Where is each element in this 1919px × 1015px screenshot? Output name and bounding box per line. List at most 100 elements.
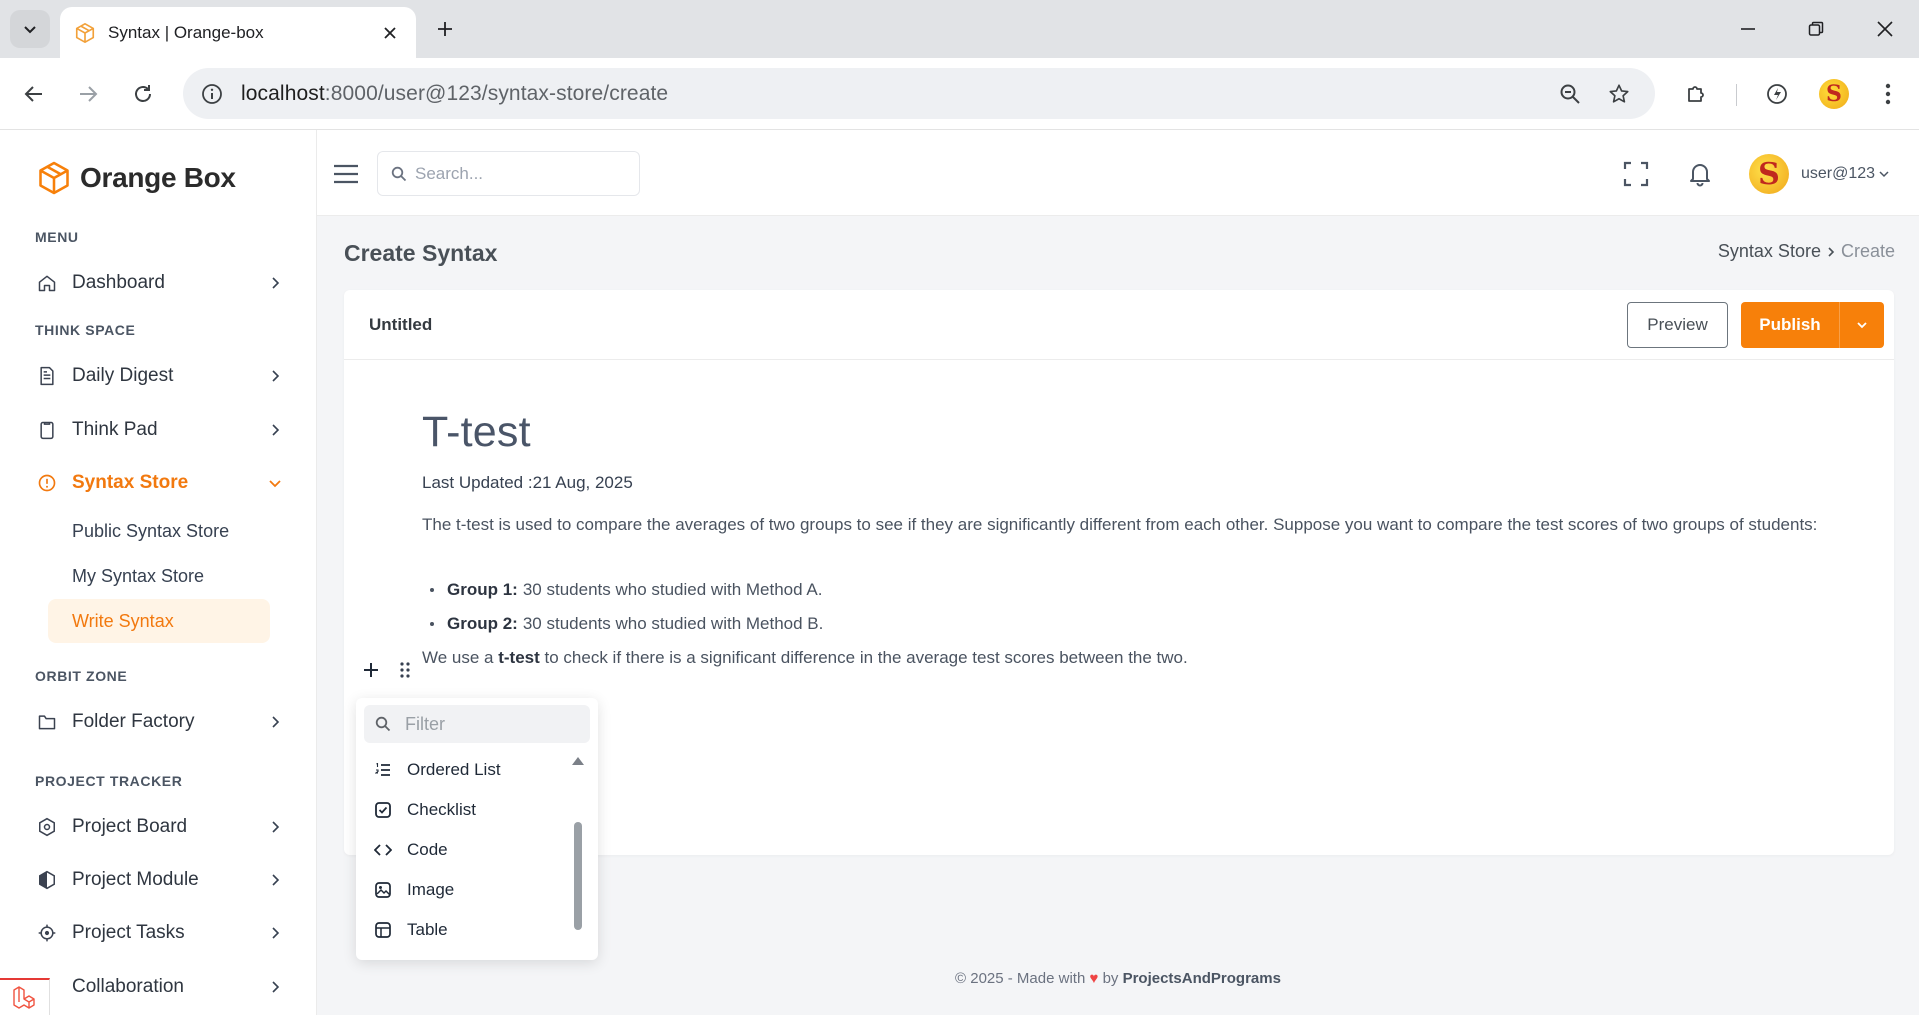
sidebar-subitem-public-syntax-store[interactable]: Public Syntax Store (48, 509, 270, 553)
sidebar-item-project-tasks[interactable]: Project Tasks (35, 913, 285, 953)
browser-tab-active[interactable]: Syntax | Orange-box (60, 7, 416, 58)
chevron-right-icon (265, 712, 285, 732)
user-name: user@123 (1801, 165, 1876, 182)
laravel-logo-icon[interactable] (0, 978, 50, 1015)
sidebar-item-project-board[interactable]: Project Board (35, 807, 285, 847)
header-search[interactable] (377, 151, 640, 196)
tab-search-button[interactable] (10, 10, 50, 48)
user-menu[interactable]: S user@123 (1749, 154, 1889, 194)
menu-item-table[interactable]: Table (356, 910, 578, 950)
publish-button[interactable]: Publish (1741, 302, 1839, 348)
site-info-icon[interactable] (197, 79, 227, 109)
section-title-think-space: THINK SPACE (35, 322, 136, 338)
menu-item-checklist[interactable]: Checklist (356, 790, 578, 830)
footer-author-link[interactable]: ProjectsAndPrograms (1123, 970, 1281, 987)
heart-icon: ♥ (1089, 970, 1099, 987)
preview-button[interactable]: Preview (1627, 302, 1728, 348)
document-title[interactable]: T-test (422, 408, 1842, 457)
add-block-plus-icon[interactable] (361, 660, 381, 680)
browser-toolbar: localhost:8000/user@123/syntax-store/cre… (0, 58, 1919, 130)
extensions-puzzle-icon[interactable] (1679, 76, 1715, 112)
block-type-menu: Ordered List Checklist Code Image Table (356, 698, 598, 960)
checklist-icon (373, 800, 393, 820)
hexagon-icon (35, 815, 59, 839)
fullscreen-icon[interactable] (1619, 157, 1653, 191)
toolbar-divider (1736, 84, 1737, 106)
menu-item-ordered-list[interactable]: Ordered List (356, 750, 578, 790)
breadcrumb-link-syntax-store[interactable]: Syntax Store (1718, 241, 1821, 262)
bullet-list[interactable]: Group 1: 30 students who studied with Met… (430, 573, 823, 641)
tab-close-icon[interactable] (378, 21, 402, 45)
sidebar-item-project-module[interactable]: Project Module (35, 860, 285, 900)
page-title: Create Syntax (344, 240, 498, 266)
code-icon (373, 840, 393, 860)
menu-item-code[interactable]: Code (356, 830, 578, 870)
sidebar-item-collaboration[interactable]: Collaboration (35, 967, 285, 1007)
new-tab-plus-icon[interactable] (430, 14, 460, 44)
restore-window-icon[interactable] (1801, 14, 1831, 44)
filter-input[interactable] (405, 713, 575, 735)
sidebar-item-daily-digest[interactable]: Daily Digest (35, 356, 285, 396)
section-title-menu: MENU (35, 229, 79, 245)
chevron-down-icon (1879, 170, 1889, 178)
orange-box-icon (39, 161, 69, 195)
breadcrumb-current: Create (1840, 241, 1895, 261)
last-updated-text: Last Updated :21 Aug, 2025 (422, 473, 633, 492)
document-name[interactable]: Untitled (369, 315, 432, 335)
list-item: Group 1: 30 students who studied with Met… (430, 573, 823, 607)
half-hexagon-icon (35, 868, 59, 892)
drag-handle-icon[interactable] (396, 660, 414, 680)
paragraph-block[interactable]: We use a t-test to check if there is a s… (422, 648, 1188, 668)
notification-bell-icon[interactable] (1683, 157, 1717, 191)
sidebar: Orange Box MENU Dashboard THINK SPACE Da… (0, 130, 317, 1015)
address-bar[interactable]: localhost:8000/user@123/syntax-store/cre… (183, 68, 1655, 119)
sidebar-subitem-my-syntax-store[interactable]: My Syntax Store (48, 554, 270, 598)
search-input[interactable] (415, 163, 625, 184)
clipboard-icon (35, 418, 59, 442)
section-title-project-tracker: PROJECT TRACKER (35, 773, 183, 789)
paragraph-block[interactable]: The t-test is used to compare the averag… (422, 511, 1842, 538)
footer: © 2025 - Made with ♥ by ProjectsAndProgr… (955, 970, 1281, 987)
block-filter[interactable] (364, 705, 590, 743)
home-icon (35, 271, 59, 295)
sidebar-item-dashboard[interactable]: Dashboard (35, 263, 285, 303)
list-item: Group 2: 30 students who studied with Met… (430, 607, 823, 641)
reload-icon[interactable] (125, 76, 161, 112)
section-title-orbit-zone: ORBIT ZONE (35, 668, 128, 684)
editor-card-header: Untitled Preview Publish (344, 290, 1894, 360)
browser-tab-bar: Syntax | Orange-box (0, 0, 1919, 58)
close-window-icon[interactable] (1870, 14, 1900, 44)
editor-content[interactable]: T-test Last Updated :21 Aug, 2025 The t-… (422, 408, 1842, 667)
sidebar-item-folder-factory[interactable]: Folder Factory (35, 702, 285, 742)
forward-arrow-icon[interactable] (70, 76, 106, 112)
publish-options-chevron-down-icon[interactable] (1839, 302, 1884, 348)
alert-circle-icon (35, 471, 59, 495)
scrollbar-thumb[interactable] (574, 822, 582, 930)
table-icon (373, 920, 393, 940)
performance-icon[interactable] (1759, 76, 1795, 112)
bookmark-star-icon[interactable] (1603, 78, 1635, 110)
back-arrow-icon[interactable] (16, 76, 52, 112)
breadcrumb: Syntax Store Create (1718, 241, 1895, 262)
minimize-icon[interactable] (1733, 14, 1763, 44)
zoom-icon[interactable] (1554, 78, 1586, 110)
scroll-up-arrow-icon[interactable] (571, 755, 585, 767)
hamburger-menu-icon[interactable] (331, 161, 361, 187)
brand-name: Orange Box (80, 162, 236, 193)
search-icon (391, 166, 407, 181)
avatar: S (1749, 154, 1789, 194)
sidebar-item-think-pad[interactable]: Think Pad (35, 410, 285, 450)
box-favicon-icon (75, 22, 95, 43)
sidebar-item-syntax-store[interactable]: Syntax Store (35, 463, 285, 503)
chevron-right-icon (265, 366, 285, 386)
profile-avatar[interactable]: S (1816, 76, 1852, 112)
url-text: localhost:8000/user@123/syntax-store/cre… (241, 81, 669, 105)
sidebar-subitem-write-syntax[interactable]: Write Syntax (48, 599, 270, 643)
browser-menu-icon[interactable] (1870, 76, 1906, 112)
app-header: S user@123 (317, 130, 1919, 216)
ordered-list-icon (373, 760, 393, 780)
chevron-right-icon (265, 923, 285, 943)
menu-item-image[interactable]: Image (356, 870, 578, 910)
brand-logo[interactable]: Orange Box (36, 160, 236, 196)
publish-button-group: Publish (1741, 302, 1884, 348)
